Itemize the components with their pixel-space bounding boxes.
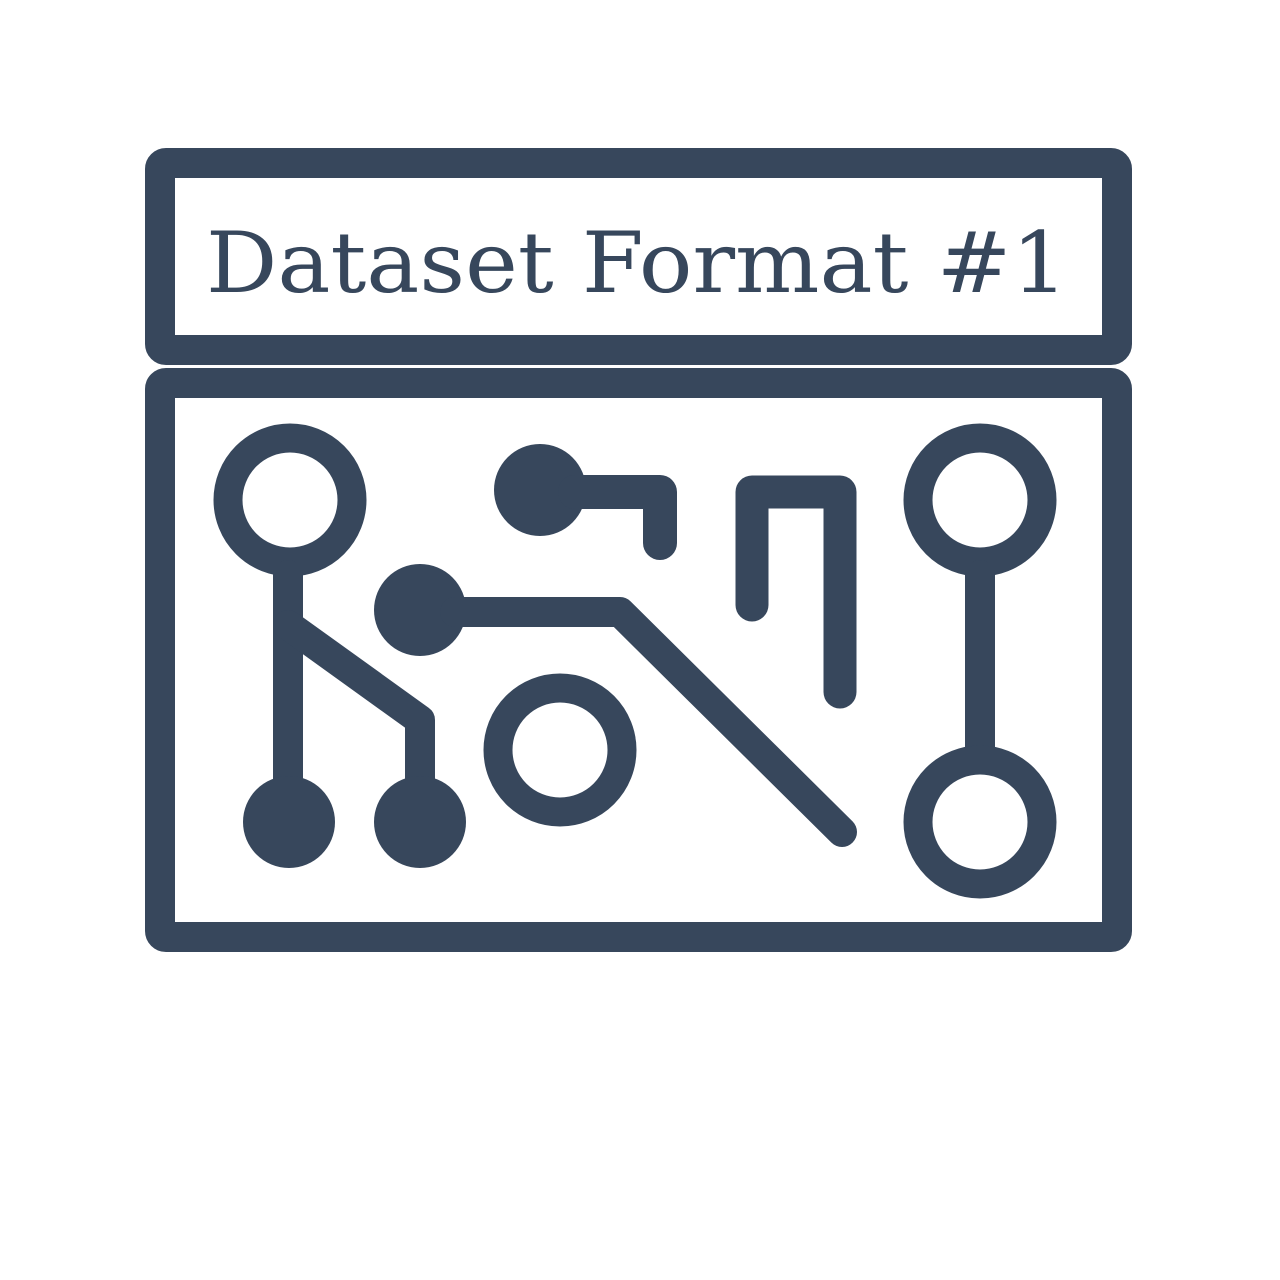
dataset-format-logo: Dataset Format #1 [145, 148, 1132, 952]
logo-title: Dataset Format #1 [206, 214, 1068, 312]
filled-node-bottom-left [243, 776, 335, 868]
hollow-node-center [483, 673, 637, 827]
trace-bracket [735, 475, 857, 709]
hollow-node-top-left [213, 423, 367, 577]
hollow-node-bottom-right [903, 745, 1057, 899]
circuit-icon [213, 423, 1057, 899]
hollow-node-top-right [903, 423, 1057, 577]
trace-top-mid [558, 475, 677, 560]
filled-node-bottom-mid [374, 776, 466, 868]
